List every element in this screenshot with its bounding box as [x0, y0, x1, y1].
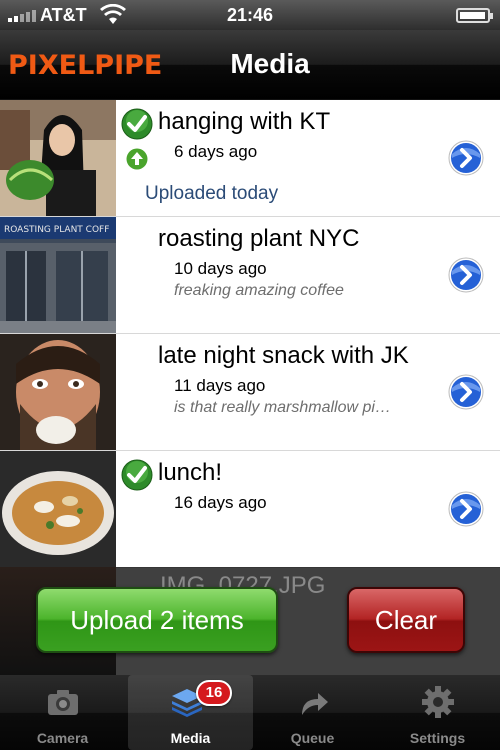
upload-status: Uploaded today: [145, 183, 279, 204]
uploaded-check-icon: [121, 459, 153, 491]
media-item-title: lunch!: [158, 459, 223, 486]
gear-icon: [422, 686, 454, 718]
media-item-date: 16 days ago: [174, 493, 267, 512]
media-item-description: is that really marshmallow pi…: [174, 399, 391, 416]
media-item-row[interactable]: late night snack with JK 11 days ago is …: [0, 334, 500, 451]
status-bar: AT&T 21:46: [0, 0, 500, 30]
battery-icon: [456, 8, 493, 23]
tab-label: Settings: [409, 730, 466, 746]
media-item-row[interactable]: lunch! 16 days ago: [0, 451, 500, 568]
media-thumbnail: [0, 100, 116, 216]
tab-label: Media: [170, 730, 211, 746]
tab-media[interactable]: Media: [128, 675, 253, 750]
media-count-badge: 16: [196, 680, 232, 706]
media-item-date: 11 days ago: [174, 376, 266, 395]
tab-queue[interactable]: Queue: [250, 675, 375, 750]
media-item-description: freaking amazing coffee: [174, 282, 344, 299]
upload-arrow-icon: [126, 148, 148, 170]
media-item-title: hanging with KT: [158, 108, 331, 135]
tab-bar: Camera Media Queue Settings: [0, 675, 500, 750]
media-item-date: 10 days ago: [174, 259, 267, 278]
media-item-row[interactable]: hanging with KT 6 days ago Uploaded toda…: [0, 100, 500, 217]
clock: 21:46: [226, 5, 274, 25]
navigation-bar: PIXELPIPE Media: [0, 30, 500, 100]
media-item-date: 6 days ago: [174, 142, 258, 161]
camera-icon: [48, 690, 78, 715]
disclosure-chevron-icon[interactable]: [448, 491, 484, 527]
clear-button[interactable]: Clear: [347, 587, 465, 653]
disclosure-chevron-icon[interactable]: [448, 257, 484, 293]
page-title: Media: [230, 48, 310, 79]
media-thumbnail: ROASTING PLANT COFF: [0, 217, 116, 333]
media-thumbnail: [0, 334, 116, 450]
queue-arrow-icon: [302, 693, 328, 715]
media-thumbnail: [0, 451, 116, 567]
disclosure-chevron-icon[interactable]: [448, 374, 484, 410]
media-item-row[interactable]: ROASTING PLANT COFF roasting plant NYC 1…: [0, 217, 500, 334]
upload-items-button[interactable]: Upload 2 items: [36, 587, 278, 653]
tab-camera[interactable]: Camera: [0, 675, 125, 750]
tab-label: Camera: [36, 730, 89, 746]
media-item-title: roasting plant NYC: [158, 225, 360, 252]
disclosure-chevron-icon[interactable]: [448, 140, 484, 176]
tab-settings[interactable]: Settings: [375, 675, 500, 750]
uploaded-check-icon: [121, 108, 153, 140]
svg-text:ROASTING PLANT COFF: ROASTING PLANT COFF: [4, 225, 109, 235]
tab-label: Queue: [290, 730, 335, 746]
media-item-title: late night snack with JK: [158, 342, 409, 369]
